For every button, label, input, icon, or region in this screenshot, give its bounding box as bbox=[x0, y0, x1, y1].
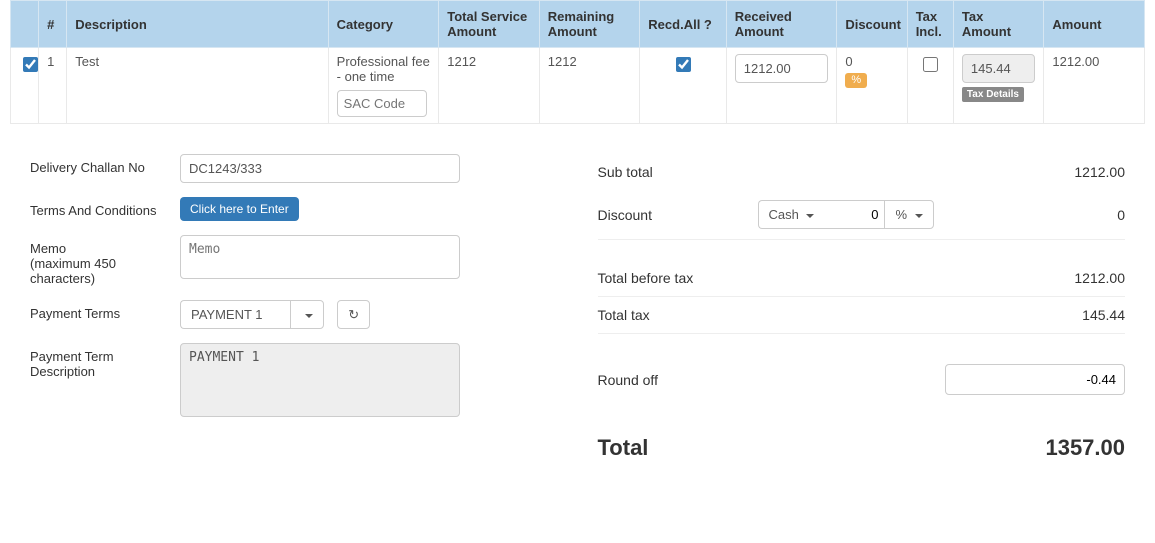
col-num: # bbox=[39, 1, 67, 48]
col-total-service-amount: Total Service Amount bbox=[439, 1, 540, 48]
table-row: 1 Test Professional fee - one time 1212 … bbox=[11, 48, 1145, 124]
roundoff-input[interactable] bbox=[945, 364, 1125, 395]
terms-conditions-label: Terms And Conditions bbox=[30, 197, 180, 218]
refresh-icon: ↻ bbox=[348, 308, 359, 321]
row-discount: 0 bbox=[845, 54, 852, 69]
col-description: Description bbox=[67, 1, 328, 48]
col-tax-incl: Tax Incl. bbox=[907, 1, 953, 48]
payment-term-desc-label: Payment Term Description bbox=[30, 343, 180, 379]
row-amount: 1212.00 bbox=[1044, 48, 1145, 124]
discount-type-select[interactable]: Cash bbox=[758, 200, 825, 229]
delivery-challan-label: Delivery Challan No bbox=[30, 154, 180, 175]
col-received-amount: Received Amount bbox=[726, 1, 837, 48]
total-tax-label: Total tax bbox=[598, 307, 758, 323]
row-total-service-amount: 1212 bbox=[439, 48, 540, 124]
subtotal-value: 1212.00 bbox=[1005, 164, 1125, 180]
discount-amount-value: 0 bbox=[1005, 207, 1125, 223]
discount-label: Discount bbox=[598, 207, 758, 223]
delivery-challan-input[interactable] bbox=[180, 154, 460, 183]
payment-terms-caret-button[interactable] bbox=[290, 300, 324, 329]
row-select-checkbox[interactable] bbox=[23, 57, 38, 72]
total-value: 1357.00 bbox=[1005, 435, 1125, 461]
chevron-down-icon bbox=[915, 214, 923, 218]
memo-label: Memo (maximum 450 characters) bbox=[30, 235, 180, 286]
received-amount-input[interactable] bbox=[735, 54, 829, 83]
chevron-down-icon bbox=[305, 314, 313, 318]
row-category: Professional fee - one time bbox=[337, 54, 431, 84]
total-before-tax-value: 1212.00 bbox=[1005, 270, 1125, 286]
total-label: Total bbox=[598, 435, 758, 461]
payment-term-desc-textarea bbox=[180, 343, 460, 417]
sac-code-input[interactable] bbox=[337, 90, 427, 117]
terms-conditions-button[interactable]: Click here to Enter bbox=[180, 197, 299, 221]
total-before-tax-label: Total before tax bbox=[598, 270, 758, 286]
payment-terms-select[interactable]: PAYMENT 1 bbox=[180, 300, 290, 329]
tax-incl-checkbox[interactable] bbox=[923, 57, 938, 72]
subtotal-label: Sub total bbox=[598, 164, 758, 180]
line-items-table: # Description Category Total Service Amo… bbox=[10, 0, 1145, 124]
payment-terms-label: Payment Terms bbox=[30, 300, 180, 321]
row-description: Test bbox=[67, 48, 328, 124]
row-remaining-amount: 1212 bbox=[539, 48, 640, 124]
discount-unit-select[interactable]: % bbox=[884, 200, 933, 229]
col-tax-amount: Tax Amount bbox=[953, 1, 1043, 48]
tax-amount-input bbox=[962, 54, 1035, 83]
recd-all-checkbox[interactable] bbox=[676, 57, 691, 72]
col-remaining-amount: Remaining Amount bbox=[539, 1, 640, 48]
discount-percent-badge[interactable]: % bbox=[845, 73, 867, 88]
col-discount: Discount bbox=[837, 1, 907, 48]
chevron-down-icon bbox=[806, 214, 814, 218]
memo-textarea[interactable] bbox=[180, 235, 460, 279]
total-tax-value: 145.44 bbox=[1005, 307, 1125, 323]
row-num: 1 bbox=[39, 48, 67, 124]
tax-details-button[interactable]: Tax Details bbox=[962, 87, 1024, 102]
roundoff-label: Round off bbox=[598, 372, 758, 388]
col-recd-all: Recd.All ? bbox=[640, 1, 726, 48]
discount-value-input[interactable] bbox=[824, 200, 884, 229]
col-amount: Amount bbox=[1044, 1, 1145, 48]
col-category: Category bbox=[328, 1, 439, 48]
payment-terms-refresh-button[interactable]: ↻ bbox=[337, 300, 370, 329]
col-select bbox=[11, 1, 39, 48]
